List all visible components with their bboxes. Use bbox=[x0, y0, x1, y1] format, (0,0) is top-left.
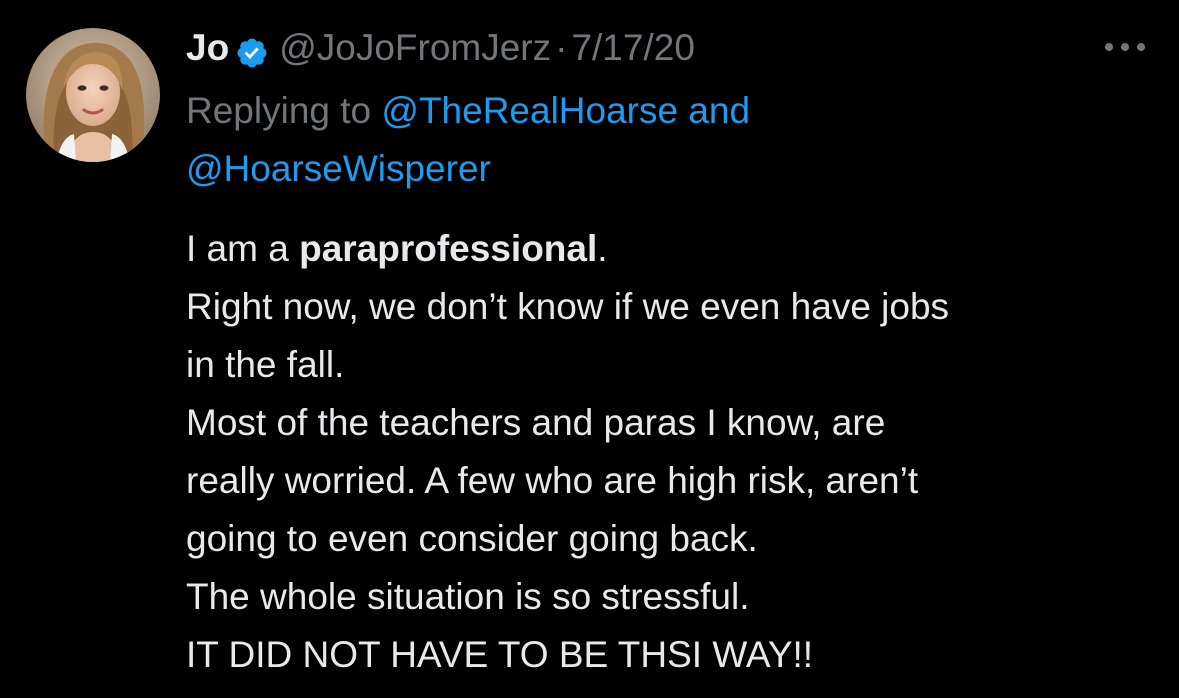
tweet-text-line: going to even consider going back. bbox=[186, 518, 758, 559]
verified-badge-icon bbox=[235, 32, 269, 68]
reply-prefix: Replying to bbox=[186, 90, 372, 131]
bold-text: paraprofessional bbox=[299, 228, 598, 269]
tweet: Jo @JoJoFromJerz · 7/17/20 Replying to @… bbox=[0, 0, 1179, 698]
author-handle[interactable]: @JoJoFromJerz bbox=[279, 22, 551, 74]
tweet-date[interactable]: 7/17/20 bbox=[571, 22, 694, 74]
tweet-text-line: Most of the teachers and paras I know, a… bbox=[186, 402, 886, 443]
display-name[interactable]: Jo bbox=[186, 22, 229, 74]
mention-hoarsewisperer[interactable]: @HoarseWisperer bbox=[186, 148, 491, 189]
tweet-text-line: I am a paraprofessional. bbox=[186, 220, 1166, 278]
tweet-header: Jo @JoJoFromJerz · 7/17/20 bbox=[186, 22, 695, 74]
more-options-button[interactable] bbox=[1098, 30, 1152, 64]
avatar-photo bbox=[26, 28, 160, 162]
tweet-text-line: The whole situation is so stressful. bbox=[186, 576, 750, 617]
separator-dot: · bbox=[555, 27, 568, 68]
reply-context: Replying to @TheRealHoarse and @HoarseWi… bbox=[186, 82, 1086, 198]
tweet-text-line: IT DID NOT HAVE TO BE THSI WAY!! bbox=[186, 634, 814, 675]
tweet-text: I am a paraprofessional. Right now, we d… bbox=[186, 220, 1166, 684]
text-segment: I am a bbox=[186, 228, 300, 269]
more-horizontal-icon bbox=[1105, 43, 1145, 51]
reply-conjunction: and bbox=[688, 90, 751, 131]
tweet-text-line: Right now, we don’t know if we even have… bbox=[186, 286, 950, 327]
text-segment: . bbox=[597, 228, 608, 269]
mention-therealhoarse[interactable]: @TheRealHoarse bbox=[381, 90, 678, 131]
tweet-text-line: really worried. A few who are high risk,… bbox=[186, 460, 919, 501]
tweet-text-line: in the fall. bbox=[186, 344, 345, 385]
avatar[interactable] bbox=[26, 28, 160, 162]
